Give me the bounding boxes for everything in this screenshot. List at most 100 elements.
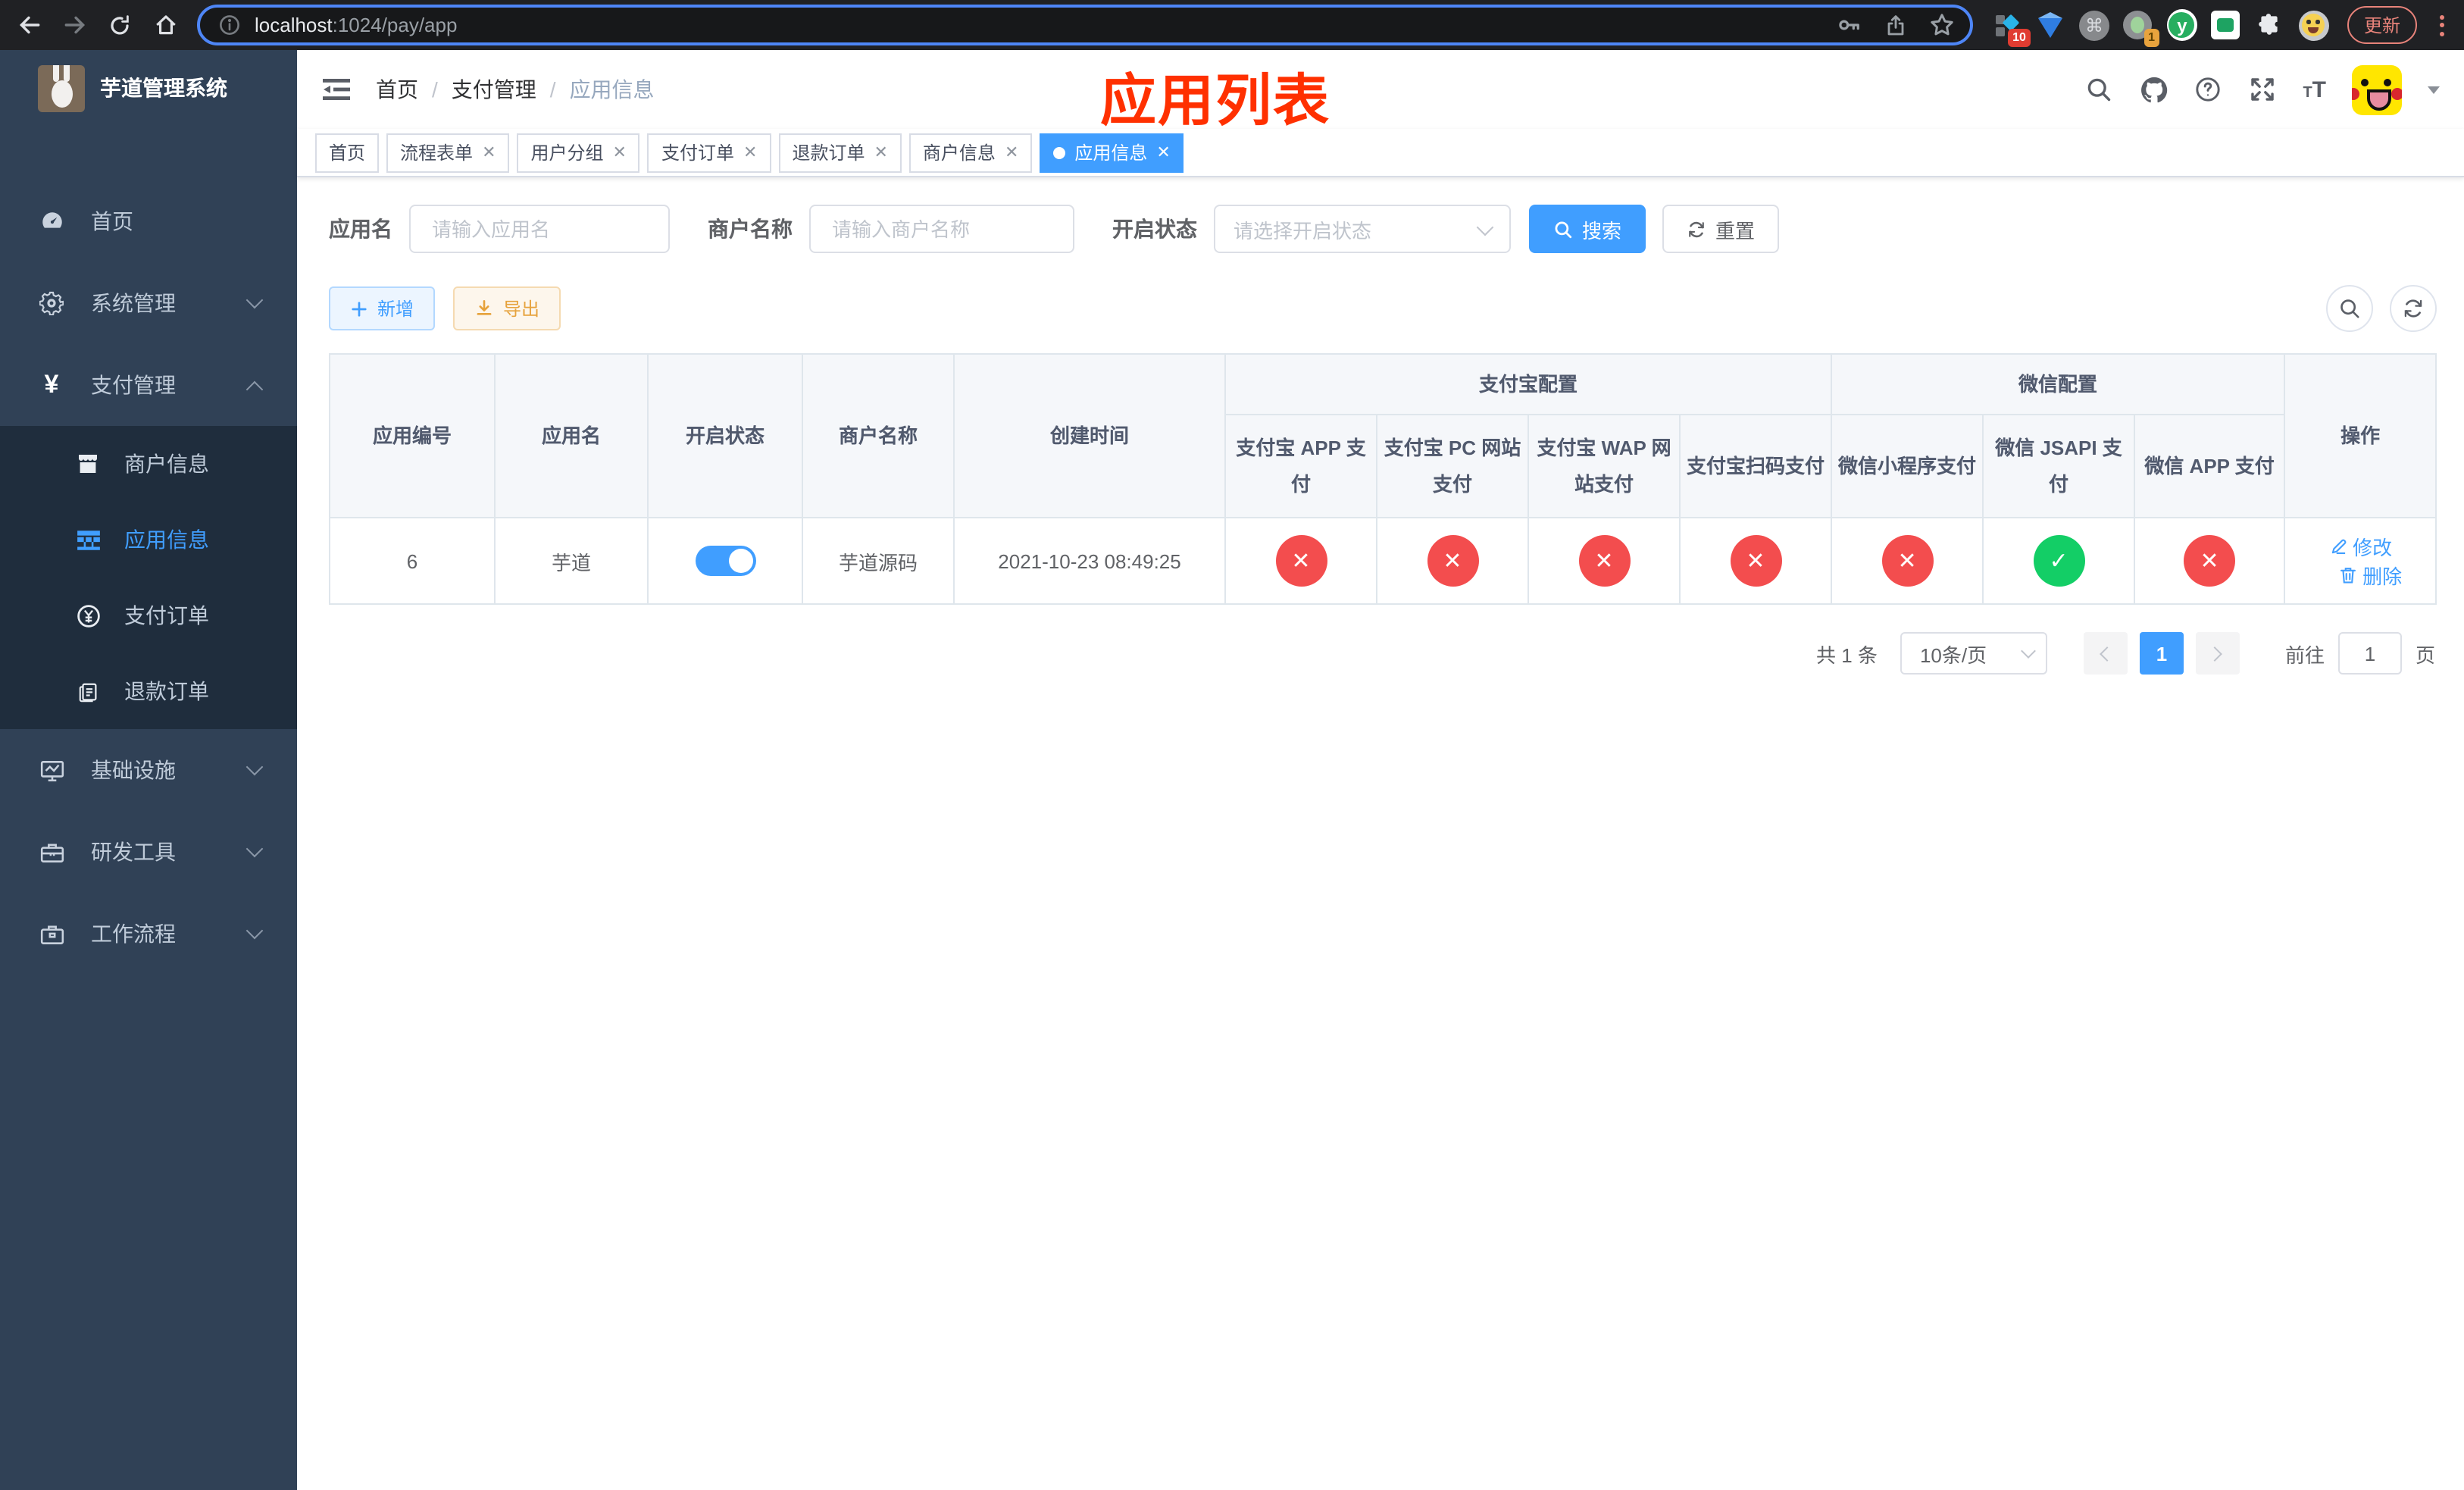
- sidebar-item-workflow[interactable]: 工作流程: [0, 893, 297, 975]
- col-actions: 操作: [2284, 353, 2437, 518]
- reset-button[interactable]: 重置: [1662, 205, 1780, 253]
- payment-submenu: 商户信息 应用信息 支付订单 退款订单: [0, 426, 297, 729]
- breadcrumb-payment[interactable]: 支付管理: [452, 74, 536, 105]
- edit-link[interactable]: 修改: [2328, 532, 2392, 561]
- status-select[interactable]: 请选择开启状态: [1214, 205, 1511, 253]
- browser-update-button[interactable]: 更新: [2347, 6, 2417, 44]
- gear-icon: [38, 291, 65, 315]
- cell-merchant: 芋道源码: [802, 517, 955, 605]
- font-size-icon[interactable]: TT: [2303, 77, 2326, 102]
- status-alipay-pc: ✕: [1427, 535, 1478, 587]
- close-icon[interactable]: ✕: [1156, 142, 1170, 162]
- chevron-down-icon: [245, 922, 264, 940]
- user-avatar[interactable]: [2352, 64, 2402, 114]
- refresh-button[interactable]: [2390, 285, 2437, 332]
- breadcrumb: 首页 / 支付管理 / 应用信息: [376, 74, 655, 105]
- add-button[interactable]: 新增: [329, 286, 436, 330]
- shop-icon: [74, 452, 102, 476]
- close-icon[interactable]: ✕: [482, 142, 496, 162]
- group-alipay-config: 支付宝配置: [1224, 353, 1833, 415]
- sidebar-item-home[interactable]: 首页: [0, 180, 297, 262]
- tag-tab-merchant-info[interactable]: 商户信息 ✕: [908, 133, 1033, 172]
- tag-tab-pay-orders[interactable]: 支付订单 ✕: [647, 133, 771, 172]
- tag-tab-refund-orders[interactable]: 退款订单 ✕: [778, 133, 902, 172]
- sidebar-item-infrastructure[interactable]: 基础设施: [0, 729, 297, 811]
- sidebar-item-pay-orders[interactable]: 支付订单: [0, 578, 297, 653]
- col-merchant: 商户名称: [802, 353, 955, 518]
- show-search-button[interactable]: [2326, 285, 2373, 332]
- col-alipay-wap: 支付宝 WAP 网站支付: [1527, 414, 1681, 518]
- table-row: 6 芋道 芋道源码 2021-10-23 08:49:25 ✕ ✕ ✕ ✕ ✕ …: [329, 517, 2437, 605]
- extension-command-icon[interactable]: ⌘: [2078, 10, 2109, 40]
- bookmark-star-icon[interactable]: [1929, 12, 1955, 38]
- sidebar-item-app-info[interactable]: 应用信息: [0, 502, 297, 578]
- chevron-down-icon: [245, 840, 264, 858]
- share-icon[interactable]: [1884, 13, 1908, 37]
- tag-tab-home[interactable]: 首页: [315, 133, 380, 172]
- status-wechat-jsapi: ✓: [2033, 535, 2085, 587]
- total-count: 共 1 条: [1816, 643, 1878, 666]
- chevron-down-icon: [1476, 218, 1494, 236]
- tag-tab-user-group[interactable]: 用户分组 ✕: [517, 133, 640, 172]
- delete-link[interactable]: 删除: [2338, 561, 2402, 590]
- merchant-name-input[interactable]: [829, 216, 1055, 242]
- close-icon[interactable]: ✕: [613, 142, 627, 162]
- page-size-select[interactable]: 10条/页: [1900, 632, 2047, 675]
- site-info-icon[interactable]: [215, 11, 242, 39]
- tags-view-bar: 首页 流程表单 ✕ 用户分组 ✕ 支付订单 ✕ 退款订单 ✕ 商户信息 ✕ 应用信息 ✕: [297, 129, 2464, 177]
- extension-gem-icon[interactable]: [2035, 10, 2065, 40]
- enabled-toggle[interactable]: [695, 546, 755, 576]
- extension-y-icon[interactable]: y: [2166, 9, 2197, 41]
- profile-avatar-icon[interactable]: [2298, 10, 2329, 40]
- sidebar-item-system[interactable]: 系统管理: [0, 262, 297, 344]
- close-icon[interactable]: ✕: [1005, 142, 1018, 162]
- tag-tab-app-info[interactable]: 应用信息 ✕: [1040, 133, 1184, 172]
- close-icon[interactable]: ✕: [874, 142, 887, 162]
- sidebar-item-payment[interactable]: ¥ 支付管理: [0, 344, 297, 426]
- logo-image: [38, 64, 85, 111]
- extension-chat-icon[interactable]: [2211, 10, 2241, 40]
- browser-toolbar: localhost:1024/pay/app 10 ⌘ 1 y 更新: [0, 0, 2464, 50]
- sidebar-item-merchant-info[interactable]: 商户信息: [0, 426, 297, 502]
- col-app-name: 应用名: [494, 353, 649, 518]
- breadcrumb-home[interactable]: 首页: [376, 74, 418, 105]
- page-number-1[interactable]: 1: [2139, 632, 2184, 675]
- status-alipay-wap: ✕: [1578, 535, 1630, 587]
- url-text[interactable]: localhost:1024/pay/app: [255, 14, 457, 36]
- sidebar-logo[interactable]: 芋道管理系统: [0, 50, 297, 126]
- fullscreen-icon[interactable]: [2248, 75, 2277, 104]
- github-icon[interactable]: [2139, 75, 2168, 104]
- avatar-caret-icon[interactable]: [2428, 86, 2440, 93]
- breadcrumb-current: 应用信息: [569, 77, 655, 102]
- reload-icon[interactable]: [106, 11, 133, 39]
- browser-menu-icon[interactable]: [2435, 14, 2449, 36]
- app-name-input[interactable]: [429, 216, 650, 242]
- extension-grid-icon[interactable]: 10: [1991, 10, 2031, 46]
- forward-icon[interactable]: [61, 11, 88, 39]
- search-button[interactable]: 搜索: [1529, 205, 1646, 253]
- close-icon[interactable]: ✕: [743, 142, 757, 162]
- export-button[interactable]: 导出: [453, 286, 561, 330]
- help-icon[interactable]: [2194, 75, 2222, 104]
- app-table: 应用编号 应用名 开启状态 商户名称 创建时间 支付宝配置 微信配置 操作 支付…: [329, 353, 2437, 605]
- tag-tab-process-form[interactable]: 流程表单 ✕: [386, 133, 510, 172]
- extension-badge: 1: [2143, 28, 2159, 46]
- extension-tab-manager-icon[interactable]: 1: [2123, 10, 2159, 46]
- monitor-icon: [38, 757, 65, 783]
- password-key-icon[interactable]: [1837, 12, 1862, 38]
- goto-page-input[interactable]: [2337, 632, 2402, 675]
- sidebar-fold-icon[interactable]: [321, 74, 352, 105]
- sidebar-item-dev-tools[interactable]: 研发工具: [0, 811, 297, 893]
- home-icon[interactable]: [152, 11, 179, 39]
- header-search-icon[interactable]: [2084, 75, 2113, 104]
- sidebar-item-refund-orders[interactable]: 退款订单: [0, 653, 297, 729]
- back-icon[interactable]: [15, 11, 42, 39]
- prev-page-button[interactable]: [2083, 632, 2128, 675]
- extensions-puzzle-icon[interactable]: [2255, 10, 2285, 40]
- yen-icon: ¥: [44, 370, 59, 399]
- col-wechat-app: 微信 APP 支付: [2134, 414, 2286, 518]
- url-bar[interactable]: localhost:1024/pay/app: [197, 5, 1973, 45]
- next-page-button[interactable]: [2195, 632, 2240, 675]
- app-name-label: 应用名: [329, 217, 392, 241]
- app-title: 芋道管理系统: [100, 76, 227, 100]
